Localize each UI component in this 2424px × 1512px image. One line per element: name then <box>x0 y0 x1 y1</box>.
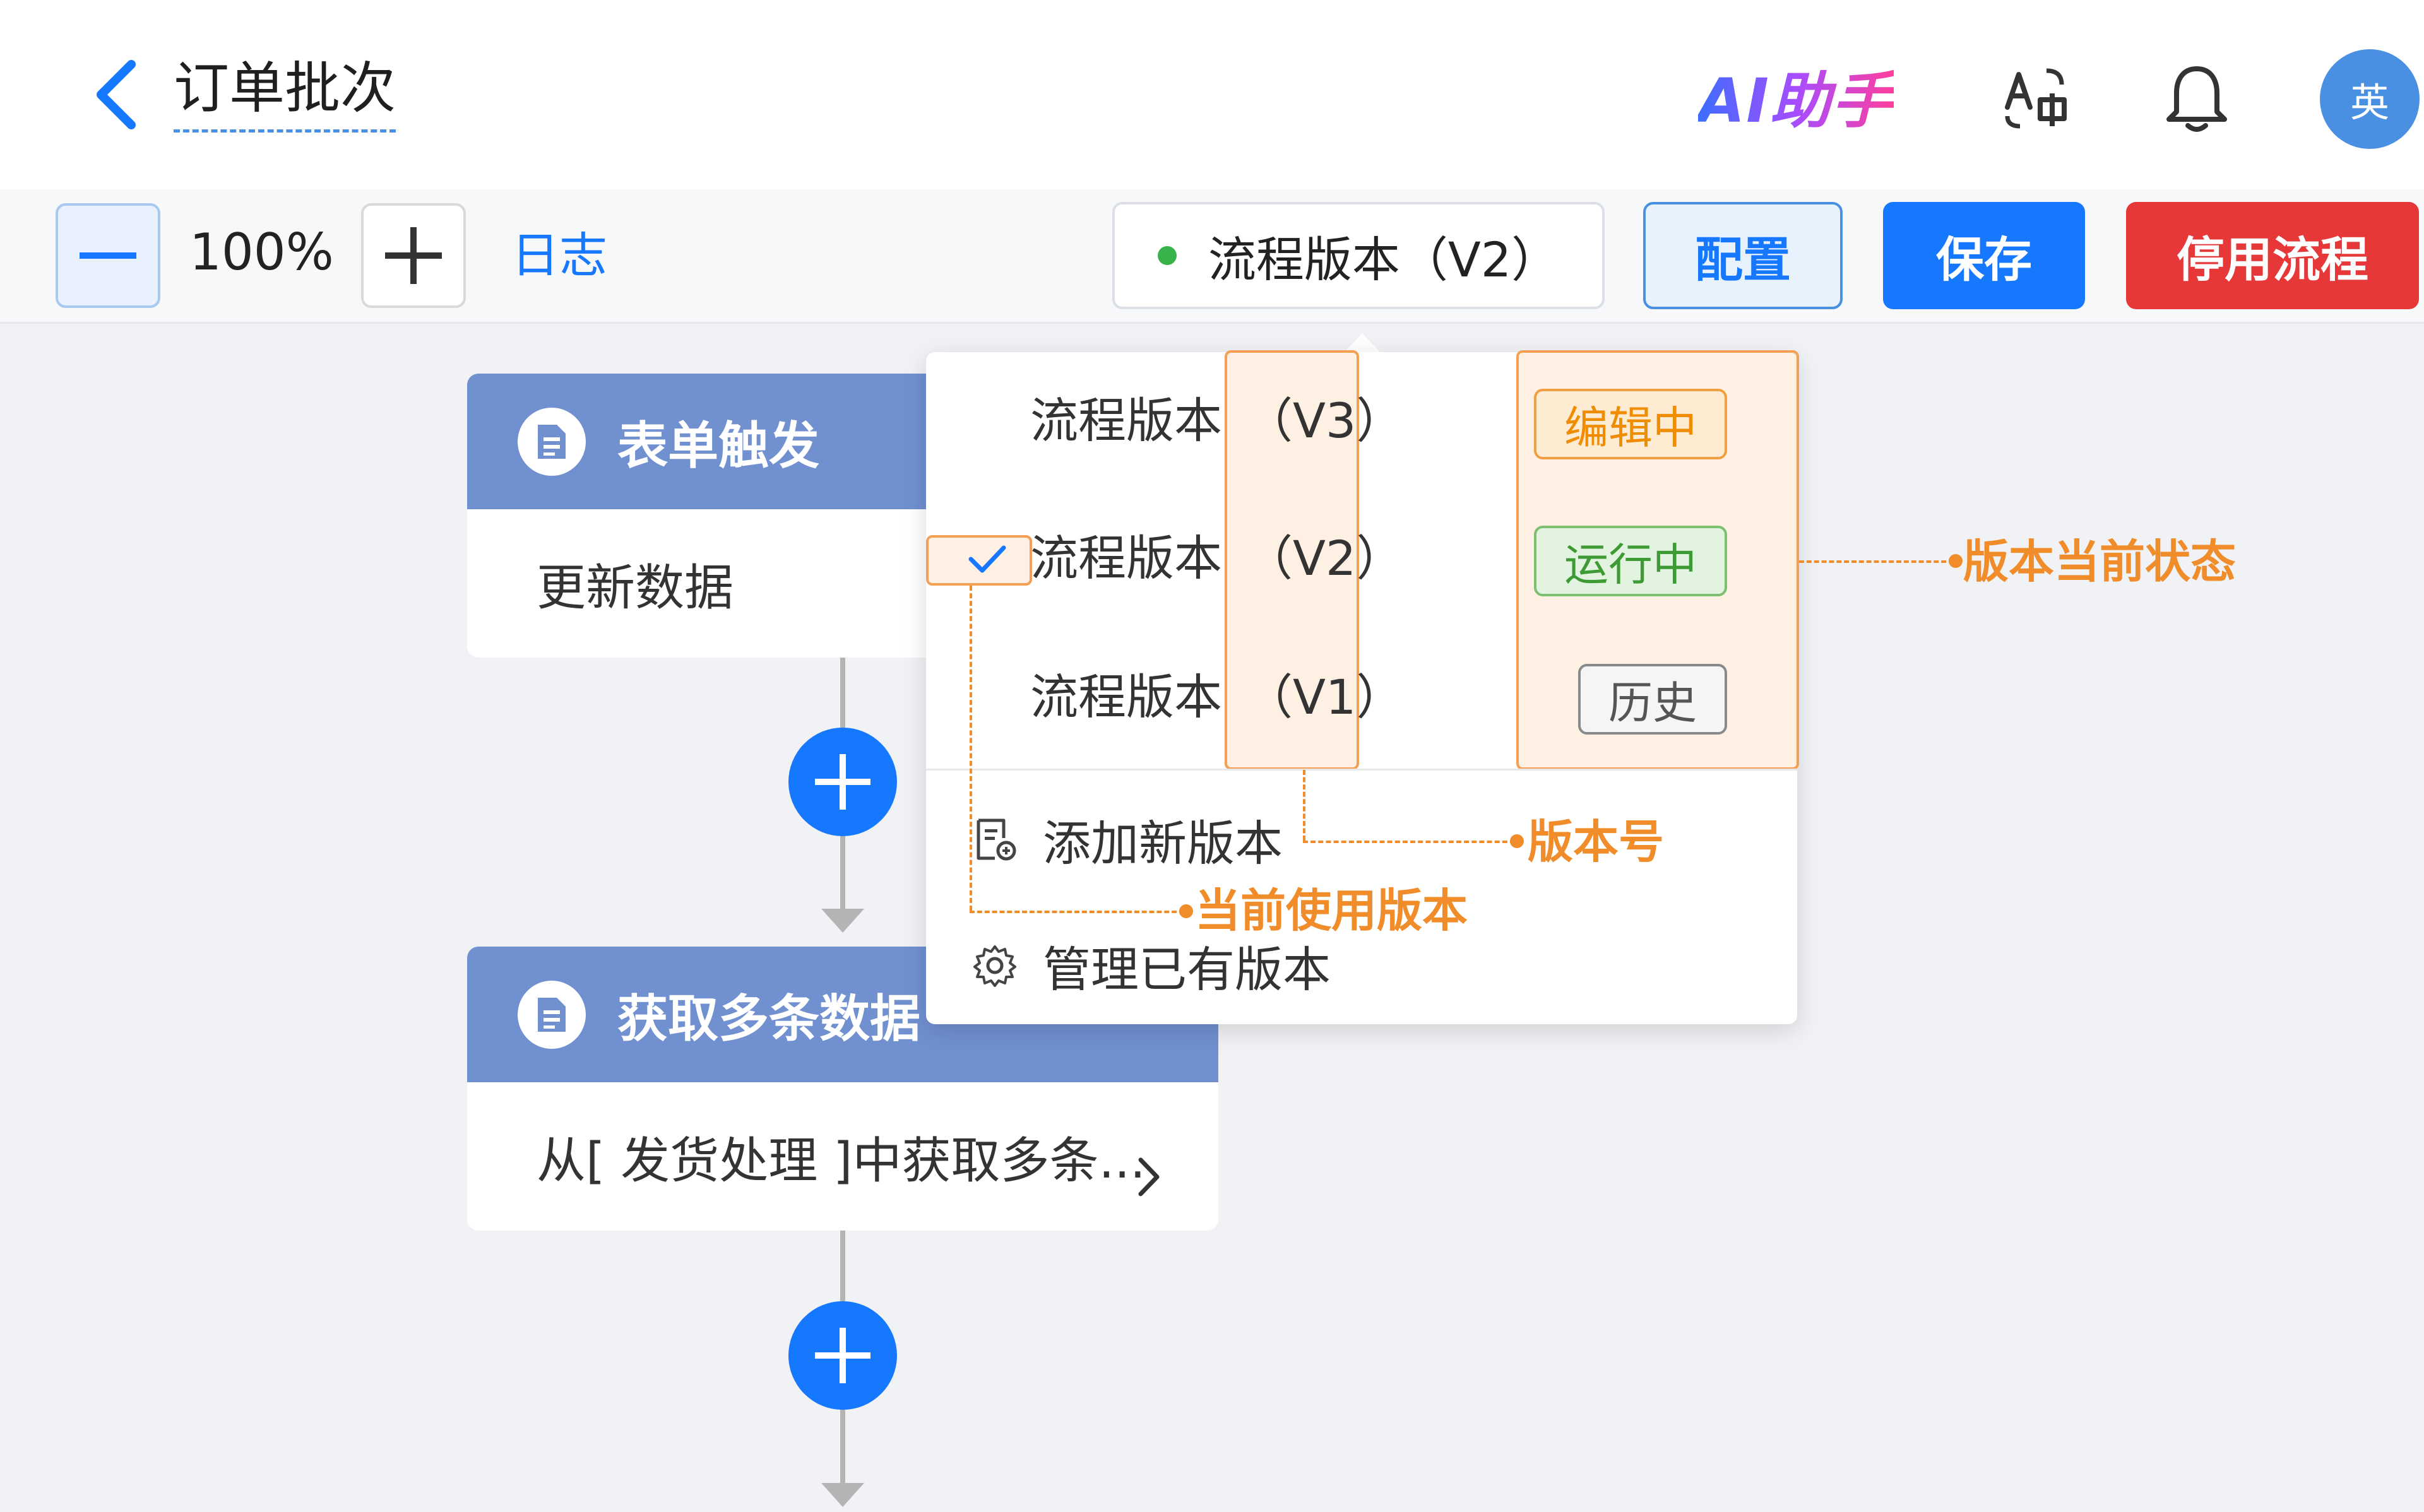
add-new-version-label: 添加新版本 <box>1043 815 1283 871</box>
back-arrow-icon[interactable] <box>82 57 152 133</box>
document-icon <box>518 407 586 476</box>
zoom-in-button[interactable] <box>361 203 466 308</box>
node-title: 获取多条数据 <box>617 989 920 1048</box>
status-badge-running: 运行中 <box>1534 526 1727 596</box>
chevron-right-icon <box>1138 1157 1160 1196</box>
minus-icon <box>80 252 136 259</box>
annotation-leader-line <box>1303 770 1305 841</box>
dropdown-divider <box>926 769 1797 771</box>
arrow-down-icon <box>821 1483 864 1507</box>
version-name: 流程版本 <box>1030 530 1222 586</box>
version-name: 流程版本 <box>1030 393 1222 449</box>
version-select-label: 流程版本（V2） <box>1208 232 1560 288</box>
annotation-leader-line <box>1303 841 1515 843</box>
node-body-text: 从[ 发货处理 ]中获取多条... <box>537 1132 1146 1190</box>
node-title: 表单触发 <box>617 416 819 475</box>
annotation-dot <box>1949 554 1963 568</box>
version-code: （V3） <box>1245 393 1405 449</box>
version-name: 流程版本 <box>1030 669 1222 725</box>
add-step-button[interactable] <box>788 728 897 836</box>
bell-icon[interactable] <box>2159 60 2235 136</box>
save-button[interactable]: 保存 <box>1883 202 2085 309</box>
annotation-leader-line <box>970 911 1184 913</box>
status-badge-editing: 编辑中 <box>1534 389 1727 459</box>
log-link[interactable]: 日志 <box>511 221 607 290</box>
disable-flow-button[interactable]: 停用流程 <box>2126 202 2419 309</box>
plus-icon <box>815 1328 870 1383</box>
zoom-level: 100% <box>189 223 334 281</box>
add-version-icon <box>977 818 1016 861</box>
gear-icon <box>973 945 1016 987</box>
annotation-dot <box>1510 834 1524 848</box>
plus-icon <box>385 227 442 284</box>
version-code: （V2） <box>1245 530 1405 586</box>
annotation-version-status: 版本当前状态 <box>1963 535 2237 588</box>
dropdown-pointer <box>1343 333 1381 353</box>
annotation-leader-line <box>970 586 972 911</box>
page-title[interactable]: 订单批次 <box>174 54 396 133</box>
version-select[interactable]: 流程版本（V2） <box>1112 202 1605 309</box>
config-button[interactable]: 配置 <box>1643 202 1843 309</box>
arrow-down-icon <box>821 909 864 933</box>
zoom-out-button[interactable] <box>56 203 160 308</box>
annotation-version-number: 版本号 <box>1528 815 1665 868</box>
annotation-leader-line <box>1799 560 1954 563</box>
node-body: 从[ 发货处理 ]中获取多条... <box>467 1082 1218 1231</box>
translate-icon[interactable] <box>2001 63 2070 133</box>
annotation-dot <box>1179 904 1193 918</box>
avatar[interactable]: 英 <box>2320 49 2420 149</box>
status-badge-history: 历史 <box>1578 664 1727 735</box>
document-icon <box>518 980 586 1049</box>
add-step-button[interactable] <box>788 1301 897 1410</box>
version-code: （V1） <box>1245 669 1405 725</box>
ai-assistant-button[interactable]: AI助手 <box>1698 63 1894 139</box>
checkmark-icon <box>968 545 1006 573</box>
manage-versions-label: 管理已有版本 <box>1043 942 1331 998</box>
annotation-current-version: 当前使用版本 <box>1195 883 1468 937</box>
plus-icon <box>815 754 870 810</box>
status-dot-icon <box>1157 246 1177 265</box>
